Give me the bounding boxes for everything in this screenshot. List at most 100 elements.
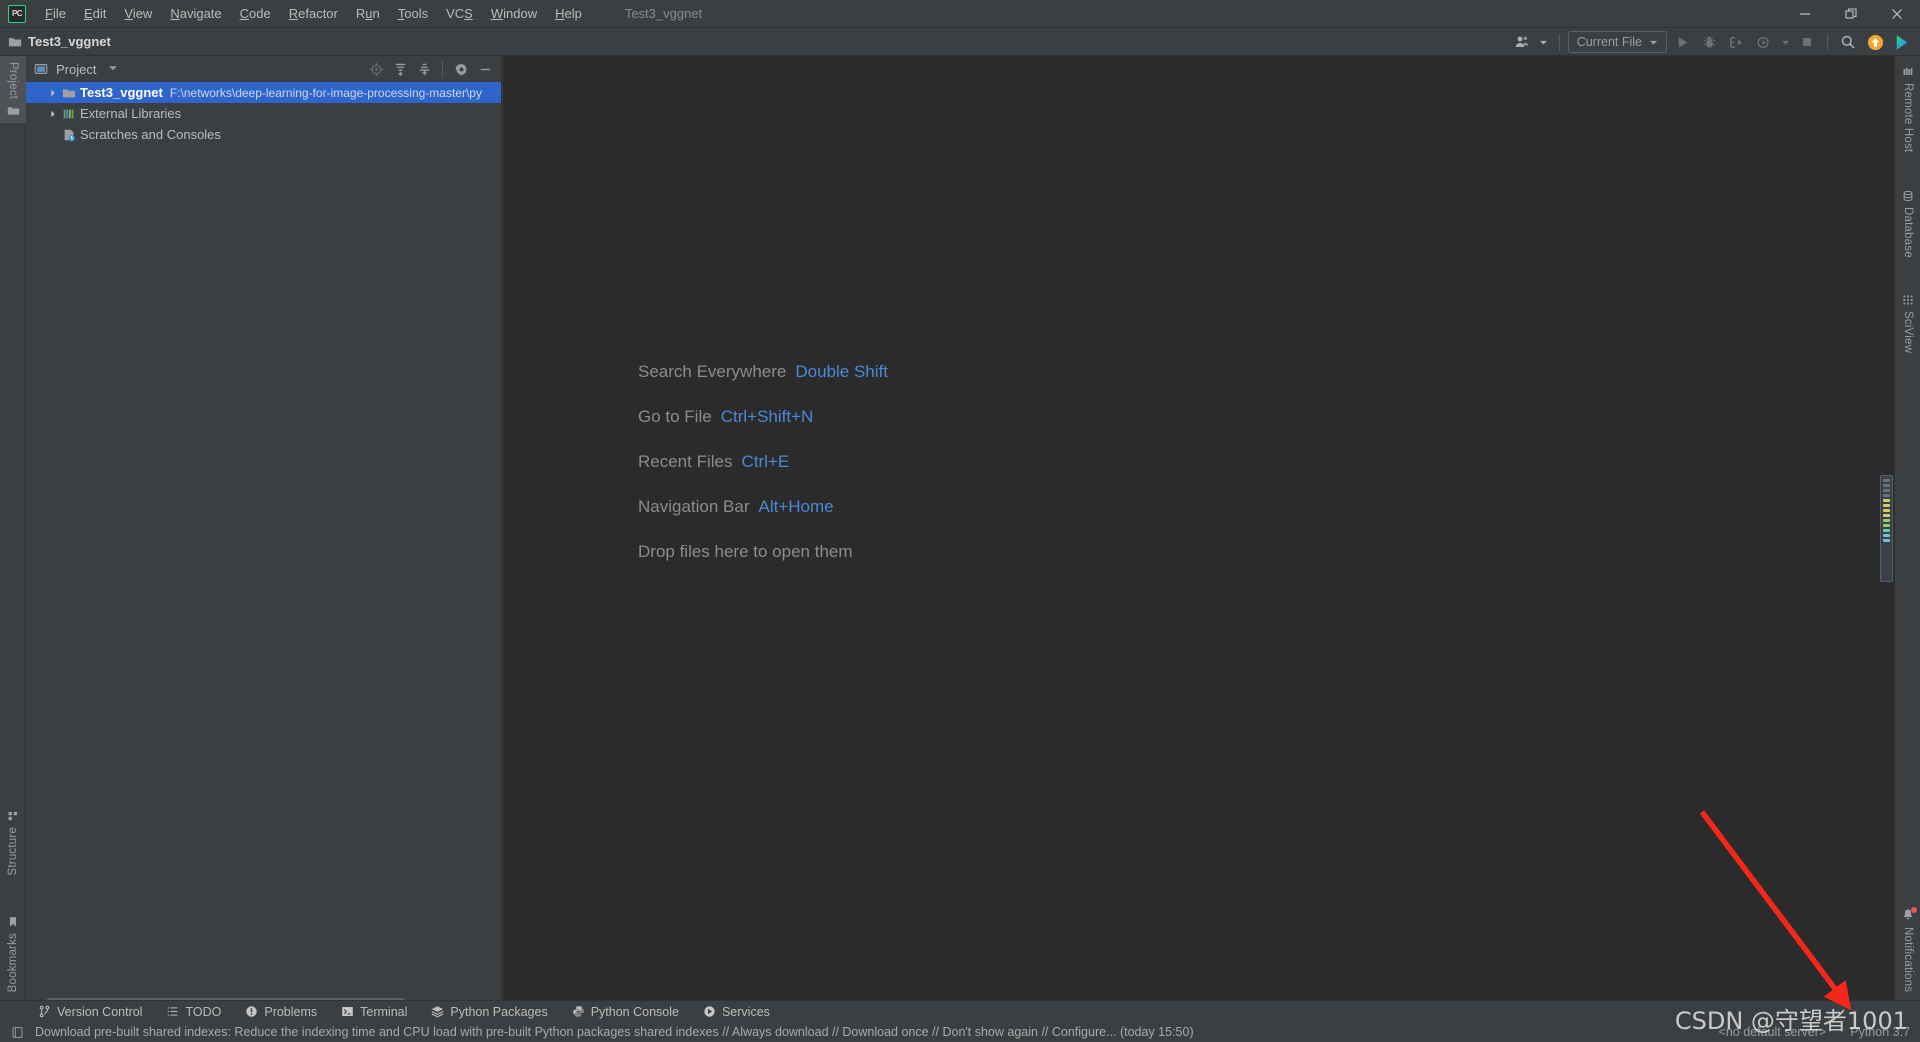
project-panel-title: Project (56, 61, 97, 77)
project-tool-window: Project Test3_vggnet F:\networks\deep-le… (26, 56, 502, 1011)
sidebar-item-project-label: Project (7, 62, 19, 100)
bottom-tab-problems[interactable]: Problems (233, 1001, 329, 1023)
menu-item-window[interactable]: Window (482, 0, 546, 28)
sidebar-item-bookmarks[interactable]: Bookmarks (0, 910, 26, 998)
tree-node-label: Test3_vggnet (80, 85, 163, 100)
bottom-tab-label: Version Control (57, 1004, 143, 1019)
panel-divider (442, 60, 443, 78)
toolbar-right-group: Current File (1510, 28, 1914, 56)
window-title: Test3_vggnet (624, 6, 703, 21)
status-message[interactable]: Download pre-built shared indexes: Reduc… (35, 1025, 1194, 1039)
sidebar-item-project[interactable]: Project (0, 56, 26, 124)
python-console-icon (572, 1005, 585, 1018)
project-window-icon (34, 64, 48, 74)
chevron-right-icon[interactable] (46, 110, 60, 118)
bottom-tab-label: Problems (264, 1004, 318, 1019)
left-tool-strip: Project Structure Bookmarks (0, 56, 26, 1011)
bottom-tab-python-packages[interactable]: Python Packages (419, 1001, 559, 1023)
menu-item-help[interactable]: Help (546, 0, 591, 28)
debug-icon[interactable] (1697, 31, 1721, 53)
chevron-right-icon[interactable] (46, 89, 60, 97)
pycharm-logo-icon: PC (8, 4, 26, 23)
sidebar-item-database[interactable]: Database (1895, 184, 1920, 264)
bottom-tab-todo[interactable]: TODO (154, 1001, 233, 1023)
tree-node-path: F:\networks\deep-learning-for-image-proc… (169, 85, 482, 100)
menu-item-file[interactable]: File (36, 0, 75, 28)
run-icon[interactable] (1670, 31, 1694, 53)
default-server-status[interactable]: <no default server> (1719, 1025, 1827, 1039)
settings-gear-icon[interactable] (450, 58, 472, 80)
bottom-tab-services[interactable]: Services (691, 1001, 782, 1023)
bottom-tab-terminal[interactable]: Terminal (329, 1001, 419, 1023)
welcome-hint-action: Recent Files (638, 452, 733, 471)
tree-node-scratches-and-consoles[interactable]: Scratches and Consoles (26, 124, 501, 145)
project-panel-header-icons (365, 58, 501, 80)
sidebar-item-sciview[interactable]: SciView (1895, 288, 1920, 359)
chevron-down-icon (1649, 40, 1658, 44)
pycharm-window: PC File Edit View Navigate Code Refactor Run To… (0, 0, 1920, 1042)
sidebar-item-notifications[interactable]: Notifications (1895, 902, 1920, 998)
welcome-hint-shortcut: Double Shift (795, 362, 888, 381)
sidebar-item-sciview-label: SciView (1902, 311, 1914, 354)
tree-node-test3-vggnet[interactable]: Test3_vggnet F:\networks\deep-learning-fo… (26, 82, 501, 103)
profile-dropdown-icon[interactable] (1778, 31, 1792, 53)
select-opened-file-icon[interactable] (365, 58, 387, 80)
sidebar-item-remote-host[interactable]: Remote Host (1895, 60, 1920, 158)
run-configuration-selector[interactable]: Current File (1567, 31, 1667, 53)
bottom-tab-version-control[interactable]: Version Control (26, 1001, 154, 1023)
restore-icon[interactable] (1828, 0, 1874, 28)
menu-item-code[interactable]: Code (231, 0, 280, 28)
toolbar-divider (1558, 33, 1560, 51)
right-tool-strip: Remote Host Database SciView Notificatio… (1894, 56, 1920, 1011)
profile-icon[interactable] (1751, 31, 1775, 53)
toolbar-project-name: Test3_vggnet (28, 34, 111, 49)
run-with-coverage-icon[interactable] (1724, 31, 1748, 53)
chevron-down-icon[interactable] (108, 60, 118, 78)
sidebar-item-bookmarks-label: Bookmarks (7, 932, 19, 992)
menu-item-navigate[interactable]: Navigate (161, 0, 230, 28)
tree-node-external-libraries[interactable]: External Libraries (26, 103, 501, 124)
user-dropdown-icon[interactable] (1537, 31, 1551, 53)
bottom-tab-label: Python Packages (450, 1004, 548, 1019)
welcome-hint-action: Drop files here to open them (638, 542, 853, 561)
external-libraries-icon (62, 107, 76, 121)
status-bar: Download pre-built shared indexes: Reduc… (0, 1022, 1920, 1042)
sidebar-item-structure-label: Structure (7, 826, 19, 875)
bottom-tab-label: TODO (185, 1004, 222, 1019)
event-log-icon[interactable] (7, 1026, 27, 1039)
todo-list-icon (166, 1005, 179, 1018)
project-icon (7, 107, 19, 115)
menu-item-vcs[interactable]: VCS (437, 0, 482, 28)
window-controls (1782, 0, 1920, 28)
search-icon[interactable] (1836, 31, 1860, 53)
branch-icon (38, 1005, 51, 1018)
menu-item-edit[interactable]: Edit (75, 0, 115, 28)
remote-host-icon (1903, 67, 1913, 75)
expand-all-icon[interactable] (389, 58, 411, 80)
stop-icon[interactable] (1795, 31, 1819, 53)
close-icon[interactable] (1874, 0, 1920, 28)
project-tree[interactable]: Test3_vggnet F:\networks\deep-learning-fo… (26, 82, 501, 994)
database-icon (1903, 190, 1913, 202)
menu-item-refactor[interactable]: Refactor (280, 0, 347, 28)
menu-item-tools[interactable]: Tools (389, 0, 437, 28)
sidebar-item-structure[interactable]: Structure (0, 804, 26, 881)
bottom-tool-window-bar: Version Control TODO Problems Terminal Pytho… (0, 1000, 1920, 1022)
interpreter-status[interactable]: Python 3.7 (1850, 1025, 1910, 1039)
editor-area: Search Everywhere Double Shift Go to File C… (503, 56, 1894, 1011)
status-right-group: <no default server> Python 3.7 (1719, 1025, 1910, 1039)
sidebar-item-notifications-label: Notifications (1902, 926, 1914, 992)
welcome-hint-3: Navigation Bar Alt+Home (638, 497, 888, 517)
title-bar: PC File Edit View Navigate Code Refactor Run To… (0, 0, 1920, 28)
menu-item-run[interactable]: Run (347, 0, 389, 28)
collapse-all-icon[interactable] (413, 58, 435, 80)
menu-item-view[interactable]: View (115, 0, 161, 28)
hide-panel-icon[interactable] (474, 58, 496, 80)
minimize-icon[interactable] (1782, 0, 1828, 28)
update-available-icon[interactable] (1863, 31, 1887, 53)
sidebar-item-remote-host-label: Remote Host (1902, 83, 1914, 153)
bottom-tab-python-console[interactable]: Python Console (560, 1001, 691, 1023)
user-icon[interactable] (1510, 31, 1534, 53)
ide-logo-icon[interactable] (1890, 31, 1914, 53)
welcome-hints: Search Everywhere Double Shift Go to File C… (638, 362, 888, 562)
